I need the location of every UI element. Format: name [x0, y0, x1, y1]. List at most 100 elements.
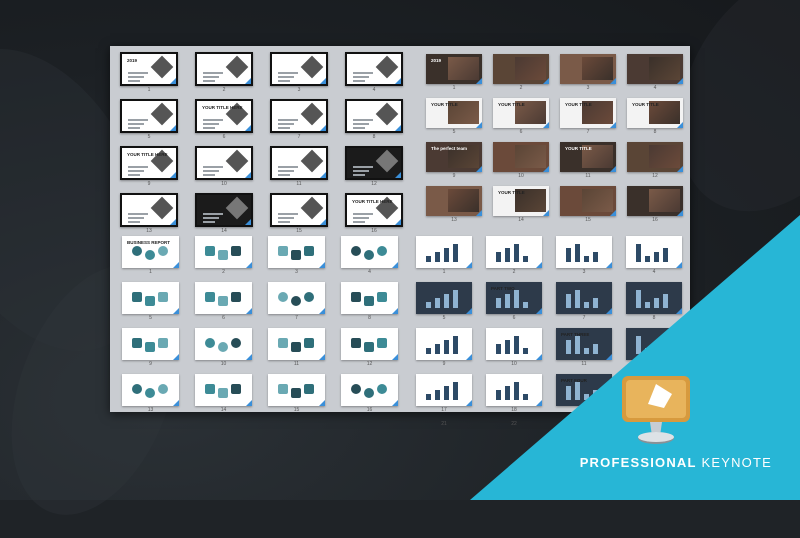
slide-graphic — [291, 388, 301, 398]
chart-bar — [426, 256, 431, 262]
slide-graphic — [132, 384, 142, 394]
slide-thumbnail[interactable] — [341, 282, 398, 314]
text-line — [353, 80, 365, 82]
slide-thumbnail[interactable]: YOUR TITLE — [493, 186, 549, 216]
slide-thumbnail[interactable] — [122, 328, 179, 360]
slide-thumbnail[interactable]: YOUR TITLE — [426, 98, 482, 128]
slide-thumbnail[interactable] — [560, 186, 616, 216]
slide-thumbnail[interactable] — [268, 282, 325, 314]
slide-thumbnail[interactable] — [560, 54, 616, 84]
slide-thumbnail[interactable] — [270, 99, 328, 133]
slide-cell: 3 — [270, 52, 328, 93]
slide-graphic — [300, 102, 324, 126]
slide-graphic — [351, 246, 361, 256]
slide-thumbnail[interactable]: BUSINESS REPORT — [122, 236, 179, 268]
slide-cell: YOUR TITLE 5 — [426, 98, 482, 135]
slide-cell: 12 — [627, 142, 683, 179]
slide-thumbnail[interactable]: 2019 — [426, 54, 482, 84]
slide-thumbnail[interactable] — [195, 328, 252, 360]
slide-graphic — [278, 292, 288, 302]
slide-thumbnail[interactable] — [195, 282, 252, 314]
slide-thumbnail[interactable] — [195, 374, 252, 406]
slide-thumbnail[interactable]: YOUR TITLE — [627, 98, 683, 128]
slide-cell: YOUR TITLE 6 — [493, 98, 549, 135]
slide-thumbnail[interactable] — [122, 374, 179, 406]
slide-thumbnail[interactable] — [345, 146, 403, 180]
text-line — [353, 170, 369, 172]
slide-cell: YOUR TITLE 11 — [560, 142, 616, 179]
slide-number: 12 — [371, 181, 377, 187]
slide-graphic — [231, 246, 241, 256]
slide-thumbnail[interactable] — [345, 99, 403, 133]
panel-teal: BUSINESS REPORT 1 2 3 4 5 6 7 8 9 10 11 12 13 14 15 16 — [122, 236, 398, 413]
slide-thumbnail[interactable] — [268, 328, 325, 360]
slide-thumbnail[interactable]: YOUR TITLE — [493, 98, 549, 128]
selection-corner — [245, 219, 251, 225]
slide-graphic — [300, 55, 324, 79]
slide-thumbnail[interactable] — [195, 146, 253, 180]
slide-title: YOUR TITLE — [498, 190, 525, 195]
slide-thumbnail[interactable]: YOUR TITLE HERE — [345, 193, 403, 227]
selection-corner — [245, 172, 251, 178]
slide-thumbnail[interactable] — [345, 52, 403, 86]
slide-thumbnail[interactable] — [416, 374, 472, 406]
slide-thumbnail[interactable] — [627, 186, 683, 216]
slide-number: 3 — [586, 85, 590, 91]
slide-cell: YOUR TITLE 8 — [627, 98, 683, 135]
slide-thumbnail[interactable] — [270, 193, 328, 227]
slide-thumbnail[interactable] — [268, 374, 325, 406]
slide-number: 14 — [220, 407, 227, 413]
slide-cell: 13 — [122, 374, 179, 413]
slide-thumbnail[interactable] — [270, 52, 328, 86]
slide-thumbnail[interactable] — [341, 374, 398, 406]
slide-thumbnail[interactable] — [341, 328, 398, 360]
slide-thumbnail[interactable] — [195, 52, 253, 86]
slide-thumbnail[interactable]: The perfect team — [426, 142, 482, 172]
slide-thumbnail[interactable] — [268, 236, 325, 268]
chart-bar — [435, 390, 440, 400]
slide-number: 15 — [296, 228, 302, 234]
text-line — [128, 80, 140, 82]
slide-thumbnail[interactable] — [493, 142, 549, 172]
slide-thumbnail[interactable]: YOUR TITLE — [560, 98, 616, 128]
slide-number: 1 — [452, 85, 456, 91]
slide-thumbnail[interactable] — [341, 236, 398, 268]
slide-thumbnail[interactable] — [416, 282, 472, 314]
slide-thumbnail[interactable] — [416, 236, 472, 268]
chart-bar — [435, 344, 440, 354]
text-line — [203, 76, 219, 78]
slide-thumbnail[interactable]: YOUR TITLE HERE — [195, 99, 253, 133]
slide-thumbnail[interactable] — [416, 328, 472, 360]
slide-number: 12 — [366, 361, 373, 367]
slide-thumbnail[interactable] — [493, 54, 549, 84]
slide-thumbnail[interactable] — [122, 282, 179, 314]
slide-cell: 14 — [195, 193, 253, 234]
slide-graphic — [218, 250, 228, 260]
slide-thumbnail[interactable] — [195, 236, 252, 268]
text-line — [278, 217, 294, 219]
slide-thumbnail[interactable] — [195, 193, 253, 227]
slide-number: 7 — [297, 134, 301, 140]
text-line — [353, 119, 373, 121]
slide-thumbnail[interactable]: 2019 — [120, 52, 178, 86]
slide-number: 8 — [372, 134, 376, 140]
slide-graphic — [225, 196, 249, 220]
slide-number: 11 — [293, 361, 300, 367]
selection-corner — [543, 78, 549, 84]
slide-thumbnail[interactable]: YOUR TITLE HERE — [120, 146, 178, 180]
selection-corner — [246, 308, 252, 314]
slide-thumbnail[interactable] — [627, 54, 683, 84]
slide-thumbnail[interactable] — [426, 186, 482, 216]
slide-thumbnail[interactable]: YOUR TITLE — [560, 142, 616, 172]
slide-number: 9 — [442, 361, 446, 367]
slide-thumbnail[interactable] — [627, 142, 683, 172]
keynote-podium-icon — [620, 374, 692, 448]
chart-bar — [444, 340, 449, 354]
slide-thumbnail[interactable] — [120, 193, 178, 227]
slide-thumbnail[interactable] — [270, 146, 328, 180]
slide-cell: 5 — [416, 282, 472, 321]
slide-thumbnail[interactable] — [120, 99, 178, 133]
chart-bar — [444, 294, 449, 308]
text-line — [128, 213, 148, 215]
slide-number: 13 — [147, 407, 154, 413]
